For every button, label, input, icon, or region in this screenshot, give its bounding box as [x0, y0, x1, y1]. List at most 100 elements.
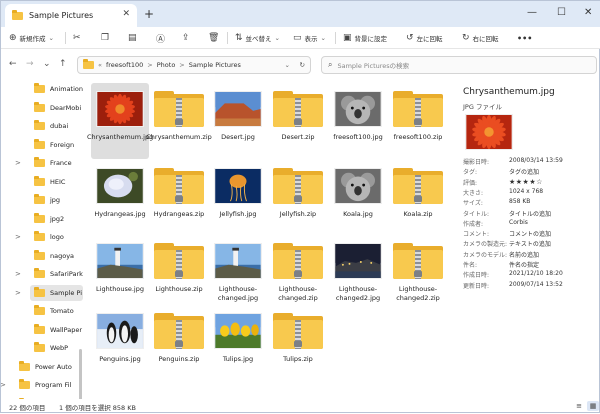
tab-close-icon[interactable]: ✕: [122, 9, 130, 19]
file-item[interactable]: Lighthouse.zip: [150, 235, 208, 311]
folder-icon: [34, 323, 45, 334]
address-bar[interactable]: « freesoft100 > Photo > Sample Pictures …: [77, 56, 311, 74]
overflow-icon[interactable]: «: [98, 61, 102, 69]
nav-item[interactable]: DearMobi: [30, 100, 83, 116]
nav-item[interactable]: WallPaper: [30, 322, 83, 338]
recent-chevron-icon[interactable]: ⌄: [43, 59, 51, 69]
file-item[interactable]: Lighthouse.jpg: [91, 235, 149, 311]
property-value[interactable]: 2021/12/10 18:20: [509, 270, 563, 277]
nav-item[interactable]: dubai: [30, 118, 83, 134]
details-view-icon[interactable]: ≡: [573, 401, 585, 411]
nav-item[interactable]: HEIC: [30, 174, 83, 190]
address-dropdown-icon[interactable]: ⌄: [285, 61, 290, 69]
tiles-view-icon[interactable]: ▦: [587, 401, 599, 411]
property-value[interactable]: Corbis: [509, 219, 528, 226]
forward-button[interactable]: →: [26, 59, 34, 69]
property-row: タグ: タグの追加: [463, 167, 599, 176]
nav-item[interactable]: Foreign: [30, 137, 83, 153]
paste-button[interactable]: ▤: [128, 31, 140, 45]
property-value[interactable]: テキストの追加: [509, 239, 551, 248]
property-value[interactable]: 2008/03/14 13:59: [509, 157, 563, 164]
file-item[interactable]: Lighthouse-changed.jpg: [209, 235, 267, 311]
property-value[interactable]: タイトルの追加: [509, 209, 551, 218]
nav-item[interactable]: > Program Fil: [1, 377, 83, 393]
file-item[interactable]: Tulips.zip: [269, 305, 327, 381]
search-box[interactable]: ⌕ Sample Picturesの検索: [321, 56, 597, 74]
property-value[interactable]: 件名の指定: [509, 260, 539, 269]
property-key: コメント:: [463, 231, 490, 239]
nav-item[interactable]: > SafariPark: [15, 266, 83, 282]
rotate-left-button[interactable]: ↺ 左に回転: [406, 31, 443, 45]
file-item[interactable]: Hydrangeas.zip: [150, 160, 208, 236]
property-value[interactable]: 2009/07/14 13:52: [509, 281, 563, 288]
close-button[interactable]: ✕: [584, 7, 592, 18]
file-item[interactable]: freesoft100.jpg: [329, 83, 387, 159]
sort-button[interactable]: ⇅ 並べ替え ⌄: [235, 31, 280, 45]
property-value[interactable]: 1024 x 768: [509, 188, 543, 195]
file-item[interactable]: Tulips.jpg: [209, 305, 267, 381]
set-wallpaper-button[interactable]: ▣ 背景に設定: [343, 31, 387, 45]
breadcrumb-freesoft100[interactable]: freesoft100: [106, 61, 143, 69]
property-value[interactable]: コメントの追加: [509, 229, 551, 238]
rename-button[interactable]: Ⓐ: [156, 31, 168, 45]
file-item[interactable]: freesoft100.zip: [389, 83, 447, 159]
property-value[interactable]: タグの追加: [509, 167, 539, 176]
nav-item[interactable]: > France: [15, 155, 83, 171]
chevron-right-icon[interactable]: >: [15, 159, 21, 167]
file-item[interactable]: Desert.jpg: [209, 83, 267, 159]
wallpaper-label: 背景に設定: [354, 35, 388, 43]
image-thumbnail: [213, 166, 263, 206]
file-item[interactable]: Jellyfish.zip: [269, 160, 327, 236]
up-button[interactable]: ↑: [59, 59, 67, 69]
file-item[interactable]: Lighthouse-changed2.zip: [389, 235, 447, 311]
file-item[interactable]: Hydrangeas.jpg: [91, 160, 149, 236]
image-thumbnail: [95, 166, 145, 206]
chevron-right-icon[interactable]: >: [15, 270, 21, 278]
file-item[interactable]: Lighthouse-changed.zip: [269, 235, 327, 311]
nav-item[interactable]: > Sample Pi: [15, 284, 83, 301]
chevron-right-icon[interactable]: >: [15, 289, 21, 297]
new-tab-button[interactable]: +: [144, 7, 154, 21]
chevron-right-icon[interactable]: >: [15, 233, 21, 241]
file-item[interactable]: Penguins.jpg: [91, 305, 149, 381]
property-value[interactable]: 858 KB: [509, 198, 530, 205]
file-item[interactable]: Koala.jpg: [329, 160, 387, 236]
folder-icon: [34, 286, 45, 297]
nav-item[interactable]: > logo: [15, 229, 83, 245]
back-button[interactable]: ←: [9, 59, 17, 69]
file-item[interactable]: Chrysanthemum.jpg: [87, 83, 153, 159]
rating-stars[interactable]: ★★★★☆: [509, 178, 543, 186]
chevron-right-icon[interactable]: >: [1, 381, 6, 389]
tab-sample-pictures[interactable]: Sample Pictures ✕: [5, 4, 137, 27]
breadcrumb-sample-pictures[interactable]: Sample Pictures: [189, 61, 241, 69]
nav-item[interactable]: nagoya: [30, 248, 83, 264]
nav-item[interactable]: Power Auto: [15, 359, 83, 375]
property-value[interactable]: 名前の追加: [509, 250, 539, 259]
file-item[interactable]: Penguins.zip: [150, 305, 208, 381]
nav-item[interactable]: Tomato: [30, 303, 83, 319]
file-item[interactable]: Chrysanthemum.zip: [146, 83, 212, 159]
view-button[interactable]: ▭ 表示 ⌄: [293, 31, 326, 45]
nav-item[interactable]: Animation: [30, 81, 83, 97]
rotate-right-button[interactable]: ↻ 右に回転: [462, 31, 499, 45]
file-item[interactable]: Jellyfish.jpg: [209, 160, 267, 236]
new-button[interactable]: ⊕ 新規作成 ⌄: [9, 31, 54, 45]
file-item[interactable]: Desert.zip: [269, 83, 327, 159]
nav-scrollbar[interactable]: [79, 349, 82, 399]
delete-button[interactable]: 🗑: [208, 31, 222, 45]
nav-item[interactable]: WebP: [30, 340, 83, 356]
cut-button[interactable]: ✂: [73, 31, 84, 45]
copy-button[interactable]: ❐: [101, 31, 112, 45]
chevron-down-icon: ⌄: [274, 34, 280, 42]
nav-item[interactable]: jpg: [30, 192, 83, 208]
maximize-button[interactable]: ☐: [557, 7, 566, 18]
breadcrumb-photo[interactable]: Photo: [157, 61, 176, 69]
file-item[interactable]: Lighthouse-changed2.jpg: [329, 235, 387, 311]
breadcrumb-separator-icon: >: [147, 61, 153, 69]
minimize-button[interactable]: —: [527, 7, 537, 18]
share-button[interactable]: ⇪: [182, 31, 193, 45]
nav-item[interactable]: jpg2: [30, 211, 83, 227]
more-button[interactable]: •••: [517, 31, 532, 45]
refresh-icon[interactable]: ↻: [300, 61, 305, 69]
file-item[interactable]: Koala.zip: [389, 160, 447, 236]
